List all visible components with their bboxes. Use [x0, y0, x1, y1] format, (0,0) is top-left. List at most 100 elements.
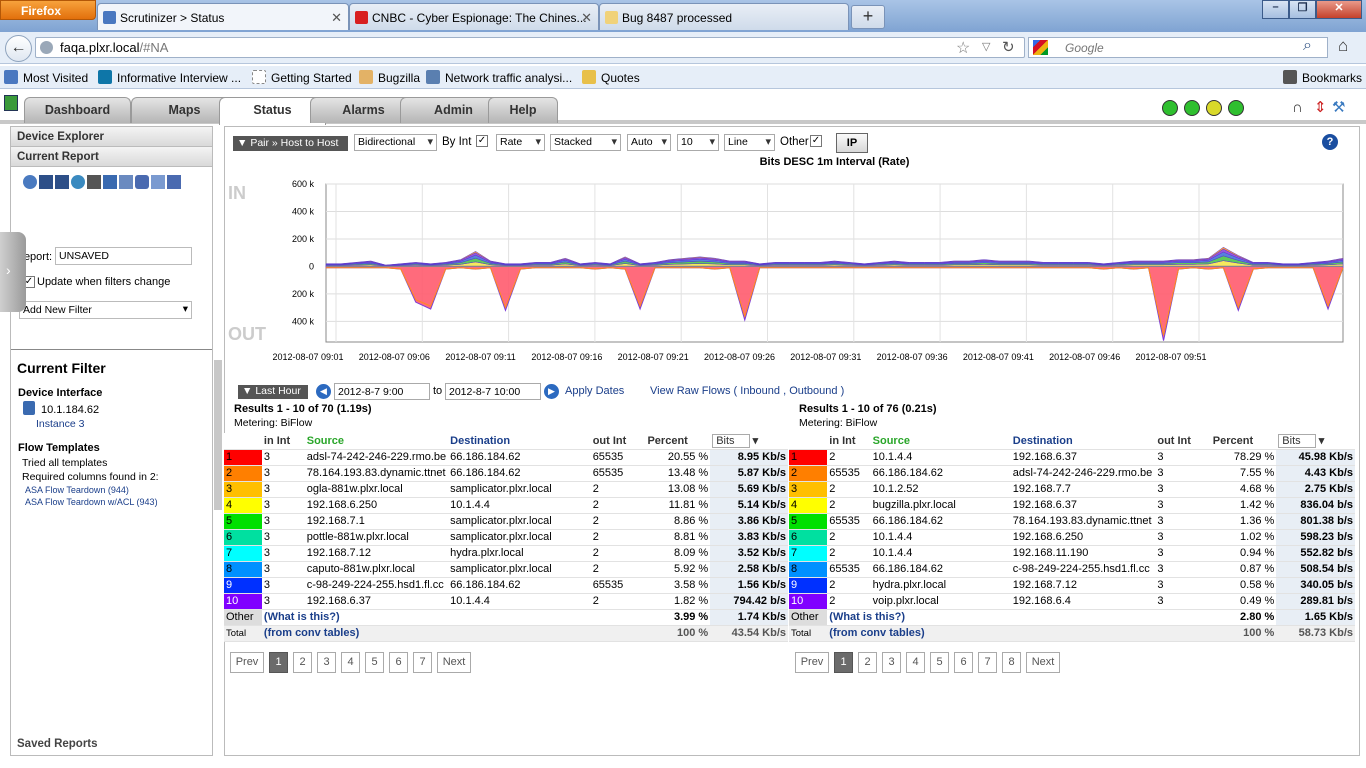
table-cell[interactable]: c-98-249-224-255.hsd1.fl.cc: [1010, 561, 1156, 578]
page-button[interactable]: 7: [978, 652, 997, 673]
star-icon[interactable]: ☆: [956, 38, 970, 58]
arrows-icon[interactable]: ⇕: [1314, 98, 1327, 116]
ip-button[interactable]: IP: [836, 133, 868, 153]
close-tab-icon[interactable]: ✕: [581, 10, 592, 26]
expand-sidebar-handle[interactable]: ›: [0, 232, 26, 312]
table-cell[interactable]: caputo-881w.plxr.local: [304, 561, 449, 578]
tab-dashboard[interactable]: Dashboard: [24, 97, 131, 123]
table-cell[interactable]: 192.168.6.250: [304, 497, 449, 514]
page-button[interactable]: 4: [341, 652, 360, 673]
print-icon[interactable]: [87, 175, 101, 189]
other-checkbox[interactable]: ✓: [810, 135, 822, 147]
pair-selector[interactable]: ▼ Pair » Host to Host: [233, 136, 348, 151]
table-row[interactable]: 7 2 10.1.4.4 192.168.11.190 3 0.94 % 552.82 b/…: [789, 545, 1355, 562]
table-row[interactable]: 1 2 10.1.4.4 192.168.6.37 3 78.29 % 45.98 Kb/s: [789, 449, 1355, 466]
back-arrow-icon[interactable]: ←: [5, 35, 32, 62]
bookmark-most-visited[interactable]: Most Visited: [4, 70, 88, 85]
status-light-icon[interactable]: [1228, 100, 1244, 116]
table-cell[interactable]: bugzilla.plxr.local: [870, 497, 1011, 514]
schedule-icon[interactable]: [167, 175, 181, 189]
table-row[interactable]: 8 65535 66.186.184.62 c-98-249-224-255.hsd1…: [789, 561, 1355, 578]
table-cell[interactable]: ogla-881w.plxr.local: [304, 481, 449, 498]
date-from-input[interactable]: 2012-8-7 9:00: [334, 383, 430, 400]
save-icon[interactable]: [39, 175, 53, 189]
status-light-icon[interactable]: [1206, 100, 1222, 116]
column-header[interactable]: Source: [304, 433, 449, 450]
tab-scrutinizer[interactable]: Scrutinizer > Status ✕: [97, 3, 349, 30]
reload-icon[interactable]: ↻: [1002, 38, 1015, 56]
what-is-this-link[interactable]: (What is this?): [827, 609, 1156, 626]
column-header[interactable]: in Int: [827, 433, 871, 450]
table-cell[interactable]: 192.168.6.4: [1010, 593, 1156, 610]
line-select[interactable]: Line: [724, 134, 775, 151]
table-cell[interactable]: 66.186.184.62: [448, 465, 591, 482]
column-header[interactable]: Source: [870, 433, 1011, 450]
bits-column-select[interactable]: Bits ▾: [710, 433, 788, 450]
table-row[interactable]: 4 3 192.168.6.250 10.1.4.4 2 11.81 % 5.14 Kb/s: [224, 497, 788, 514]
table-cell[interactable]: 192.168.11.190: [1010, 545, 1156, 562]
bookmark-informative-interview[interactable]: Informative Interview ...: [98, 70, 241, 85]
launch-icon[interactable]: [23, 175, 37, 189]
table-cell[interactable]: adsl-74-242-246-229.rmo.be: [1010, 465, 1156, 482]
table-cell[interactable]: samplicator.plxr.local: [448, 513, 591, 530]
next-page-button[interactable]: Next: [437, 652, 471, 673]
table-row[interactable]: 3 3 ogla-881w.plxr.local samplicator.plxr.l…: [224, 481, 788, 498]
column-header[interactable]: Percent: [1210, 433, 1277, 450]
url-bar[interactable]: faqa.plxr.local/#NA: [35, 37, 1025, 58]
view-raw-flows-link[interactable]: View Raw Flows ( Inbound , Outbound ): [650, 385, 844, 397]
table-cell[interactable]: 66.186.184.62: [870, 561, 1011, 578]
table-row[interactable]: 7 3 192.168.7.12 hydra.plxr.local 2 8.09 % 3.5…: [224, 545, 788, 562]
table-cell[interactable]: hydra.plxr.local: [448, 545, 591, 562]
table-row[interactable]: 9 3 c-98-249-224-255.hsd1.fl.cc 66.186.184.…: [224, 577, 788, 594]
table-row[interactable]: 3 2 10.1.2.52 192.168.7.7 3 4.68 % 2.75 Kb/s: [789, 481, 1355, 498]
bookmark-quotes[interactable]: Quotes: [582, 70, 640, 85]
table-icon[interactable]: [119, 175, 133, 189]
table-cell[interactable]: 192.168.7.7: [1010, 481, 1156, 498]
export-icon[interactable]: [151, 175, 165, 189]
date-to-input[interactable]: 2012-8-7 10:00: [445, 383, 541, 400]
rate-select[interactable]: Rate: [496, 134, 545, 151]
page-button[interactable]: 1: [834, 652, 853, 673]
stacked-select[interactable]: Stacked: [550, 134, 621, 151]
table-row[interactable]: 9 2 hydra.plxr.local 192.168.7.12 3 0.58 % 340…: [789, 577, 1355, 594]
table-cell[interactable]: 192.168.7.12: [1010, 577, 1156, 594]
table-cell[interactable]: 10.1.2.52: [870, 481, 1011, 498]
table-row[interactable]: 1 3 adsl-74-242-246-229.rmo.be 66.186.184.6…: [224, 449, 788, 466]
search-input[interactable]: Google: [1028, 37, 1328, 58]
tab-cnbc[interactable]: CNBC - Cyber Espionage: The Chines... ✕: [349, 3, 599, 30]
table-cell[interactable]: 192.168.7.12: [304, 545, 449, 562]
apply-dates-link[interactable]: Apply Dates: [565, 385, 624, 397]
device-ip[interactable]: 10.1.184.62: [41, 404, 99, 416]
help-icon[interactable]: ?: [1322, 134, 1338, 150]
save-as-icon[interactable]: [55, 175, 69, 189]
table-cell[interactable]: 66.186.184.62: [448, 449, 591, 466]
minimize-button[interactable]: –: [1262, 0, 1289, 19]
close-tab-icon[interactable]: ✕: [331, 10, 342, 26]
page-button[interactable]: 2: [293, 652, 312, 673]
time-range-selector[interactable]: ▼ Last Hour: [238, 385, 308, 399]
auto-select[interactable]: Auto: [627, 134, 671, 151]
table-cell[interactable]: pottle-881w.plxr.local: [304, 529, 449, 546]
add-filter-select[interactable]: Add New Filter ▾: [19, 301, 192, 319]
page-button[interactable]: 3: [882, 652, 901, 673]
table-cell[interactable]: samplicator.plxr.local: [448, 481, 591, 498]
bookmark-bugzilla[interactable]: Bugzilla: [359, 70, 420, 85]
table-cell[interactable]: 10.1.4.4: [448, 497, 591, 514]
count-select[interactable]: 10: [677, 134, 719, 151]
table-row[interactable]: 2 3 78.164.193.83.dynamic.ttnet 66.186.184.…: [224, 465, 788, 482]
bookmarks-menu[interactable]: Bookmarks: [1283, 70, 1362, 85]
current-report-header[interactable]: Current Report: [11, 147, 212, 167]
table-cell[interactable]: 10.1.4.4: [870, 529, 1011, 546]
previous-period-icon[interactable]: ◀: [316, 384, 331, 399]
new-tab-button[interactable]: +: [851, 5, 885, 29]
tab-help[interactable]: Help: [488, 97, 558, 123]
table-cell[interactable]: 66.186.184.62: [448, 577, 591, 594]
table-cell[interactable]: 192.168.6.250: [1010, 529, 1156, 546]
table-row[interactable]: 10 3 192.168.6.37 10.1.4.4 2 1.82 % 794.42 b/s: [224, 593, 788, 610]
status-light-icon[interactable]: [1162, 100, 1178, 116]
filter-icon[interactable]: [103, 175, 117, 189]
status-light-icon[interactable]: [1184, 100, 1200, 116]
table-row[interactable]: 4 2 bugzilla.plxr.local 192.168.6.37 3 1.42 %…: [789, 497, 1355, 514]
saved-reports-header[interactable]: Saved Reports: [17, 738, 98, 750]
column-header[interactable]: Percent: [645, 433, 711, 450]
